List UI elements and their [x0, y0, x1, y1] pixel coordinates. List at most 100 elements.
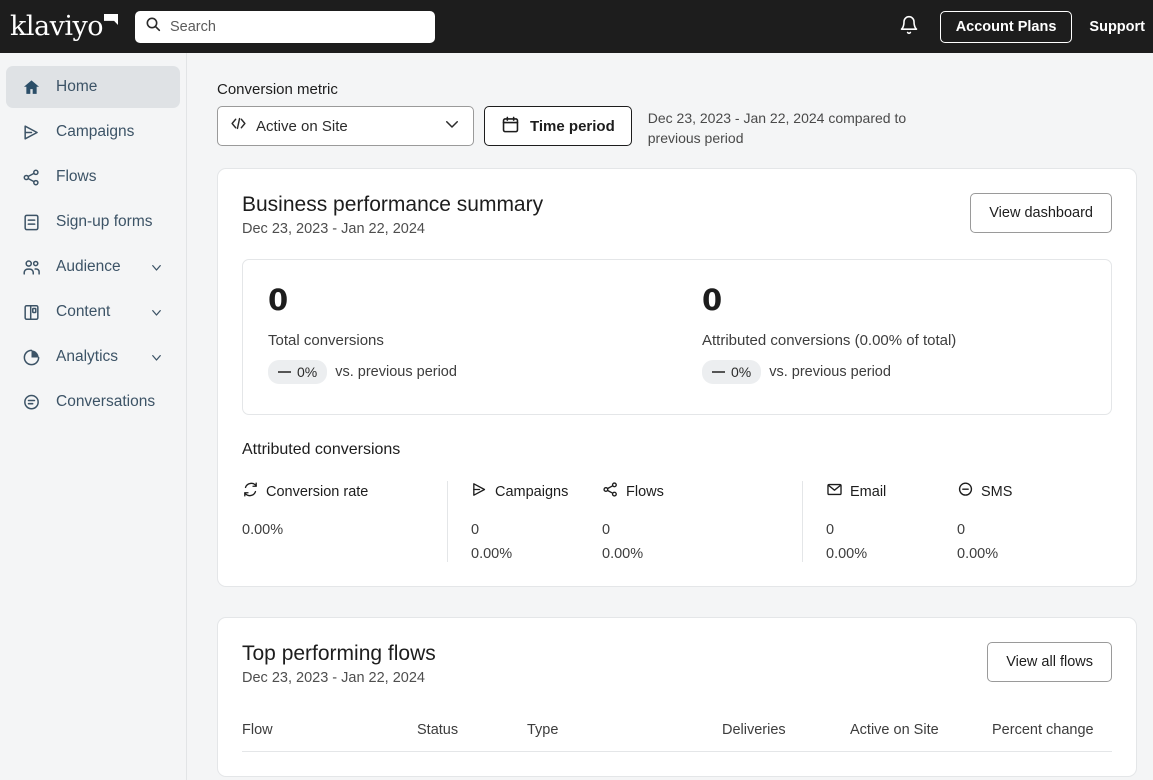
sidebar-item-home[interactable]: Home — [6, 66, 180, 108]
home-icon — [21, 77, 42, 98]
chevron-down-icon — [443, 115, 461, 138]
metric-campaigns: Campaigns 0 0.00% — [447, 481, 602, 562]
attributed-metrics-row: Conversion rate 0.00% Campaigns 0 0.00% — [242, 481, 1112, 562]
total-conversions-value: 0 — [268, 283, 289, 317]
sidebar-item-audience[interactable]: Audience — [6, 246, 180, 288]
column-header-active-on-site[interactable]: Active on Site — [850, 722, 992, 738]
topbar-actions: Account Plans Support — [895, 10, 1153, 43]
view-dashboard-button[interactable]: View dashboard — [970, 193, 1112, 233]
view-all-flows-button[interactable]: View all flows — [987, 642, 1112, 682]
status-badge: 0% — [702, 360, 762, 384]
attributed-conversions-label: Attributed conversions (0.00% of total) — [702, 332, 957, 349]
sidebar-item-label: Home — [56, 78, 98, 95]
flows-icon — [21, 167, 42, 188]
sidebar-item-campaigns[interactable]: Campaigns — [6, 111, 180, 153]
flat-trend-icon — [278, 371, 291, 373]
flows-icon — [602, 481, 619, 502]
conversion-metric-controls: Conversion metric Active on Site Time pe… — [188, 53, 1153, 148]
metric-value: 0.00% — [242, 522, 284, 538]
brand-flag-icon — [104, 14, 118, 25]
sidebar-item-content[interactable]: Content — [6, 291, 180, 333]
metric-value: 0 — [602, 522, 611, 538]
conversions-panel: 0 Total conversions 0% vs. previous peri… — [242, 259, 1112, 415]
metric-percent: 0.00% — [471, 546, 513, 562]
search-input[interactable] — [170, 18, 425, 35]
column-header-type[interactable]: Type — [527, 722, 722, 738]
sidebar-item-label: Sign-up forms — [56, 213, 153, 230]
sidebar-item-label: Audience — [56, 258, 121, 275]
klaviyo-logo[interactable]: klaviyo — [0, 13, 135, 40]
attributed-conversions-value: 0 — [702, 283, 723, 317]
sms-icon — [957, 481, 974, 502]
metric-conversion-rate: Conversion rate 0.00% — [242, 481, 447, 562]
attributed-conversions-heading: Attributed conversions — [242, 441, 401, 458]
page-title: Business performance summary — [242, 193, 544, 216]
column-header-percent-change[interactable]: Percent change — [992, 722, 1094, 738]
notifications-button[interactable] — [895, 11, 923, 42]
content-icon — [21, 302, 42, 323]
sidebar-item-label: Content — [56, 303, 111, 320]
analytics-icon — [21, 347, 42, 368]
time-period-label: Time period — [530, 117, 615, 135]
card-subtitle: Dec 23, 2023 - Jan 22, 2024 — [242, 221, 425, 237]
email-icon — [826, 481, 843, 502]
flat-trend-icon — [712, 371, 725, 373]
metric-email: Email 0 0.00% — [802, 481, 957, 562]
business-performance-card: Business performance summary Dec 23, 202… — [217, 168, 1137, 587]
column-header-flow[interactable]: Flow — [242, 722, 417, 738]
attributed-conversions-stat: 0 Attributed conversions (0.00% of total… — [677, 286, 1111, 384]
search-icon — [145, 16, 161, 37]
campaigns-icon — [471, 481, 488, 502]
column-header-status[interactable]: Status — [417, 722, 527, 738]
chevron-down-icon — [149, 305, 164, 320]
brand-wordmark: klaviyo — [10, 11, 104, 42]
sidebar-item-label: Analytics — [56, 348, 119, 365]
conversations-icon — [21, 392, 42, 413]
sidebar-item-label: Flows — [56, 168, 97, 185]
signup-forms-icon — [21, 212, 42, 233]
search-box[interactable] — [135, 10, 435, 43]
delta-note: vs. previous period — [769, 364, 891, 380]
calendar-icon — [501, 115, 520, 138]
conversion-metric-select[interactable]: Active on Site — [217, 106, 474, 146]
column-header-deliveries[interactable]: Deliveries — [722, 722, 850, 738]
sidebar-item-conversations[interactable]: Conversations — [6, 381, 180, 423]
date-range-text: Dec 23, 2023 - Jan 22, 2024 compared to … — [647, 110, 907, 146]
table-header-row: Flow Status Type Deliveries Active on Si… — [242, 722, 1112, 752]
metric-value: 0 — [957, 522, 966, 538]
chevron-down-icon — [149, 260, 164, 275]
total-conversions-stat: 0 Total conversions 0% vs. previous peri… — [243, 286, 677, 384]
campaigns-icon — [21, 122, 42, 143]
metric-value: Active on Site — [256, 117, 348, 135]
sidebar-item-signup-forms[interactable]: Sign-up forms — [6, 201, 180, 243]
sidebar: Home Campaigns Flows Sign-up forms Audie… — [0, 53, 187, 780]
time-period-button[interactable]: Time period — [484, 106, 632, 146]
sidebar-item-label: Campaigns — [56, 123, 135, 140]
metric-label: Campaigns — [495, 483, 569, 500]
sidebar-item-analytics[interactable]: Analytics — [6, 336, 180, 378]
conversion-rate-icon — [242, 481, 259, 502]
top-performing-flows-card: Top performing flows Dec 23, 2023 - Jan … — [217, 617, 1137, 777]
metric-value: 0 — [471, 522, 480, 538]
main-content: Conversion metric Active on Site Time pe… — [188, 53, 1153, 780]
metric-label: Flows — [626, 483, 664, 500]
flows-table: Flow Status Type Deliveries Active on Si… — [242, 722, 1112, 752]
metric-label: Conversion rate — [266, 483, 369, 500]
metric-percent: 0.00% — [826, 546, 868, 562]
metric-label: Email — [850, 483, 887, 500]
total-conversions-label: Total conversions — [268, 332, 384, 349]
audience-icon — [21, 257, 42, 278]
sidebar-item-flows[interactable]: Flows — [6, 156, 180, 198]
account-plans-button[interactable]: Account Plans — [939, 10, 1073, 43]
metric-percent: 0.00% — [957, 546, 999, 562]
metric-sms: SMS 0 0.00% — [957, 481, 1030, 562]
metric-value: 0 — [826, 522, 835, 538]
code-brackets-icon — [230, 115, 247, 137]
metric-percent: 0.00% — [602, 546, 644, 562]
flows-card-title: Top performing flows — [242, 642, 436, 665]
flows-card-subtitle: Dec 23, 2023 - Jan 22, 2024 — [242, 670, 425, 686]
delta-value: 0% — [731, 364, 752, 380]
support-link[interactable]: Support — [1089, 19, 1145, 35]
bell-icon — [899, 15, 919, 38]
metric-flows: Flows 0 0.00% — [602, 481, 802, 562]
